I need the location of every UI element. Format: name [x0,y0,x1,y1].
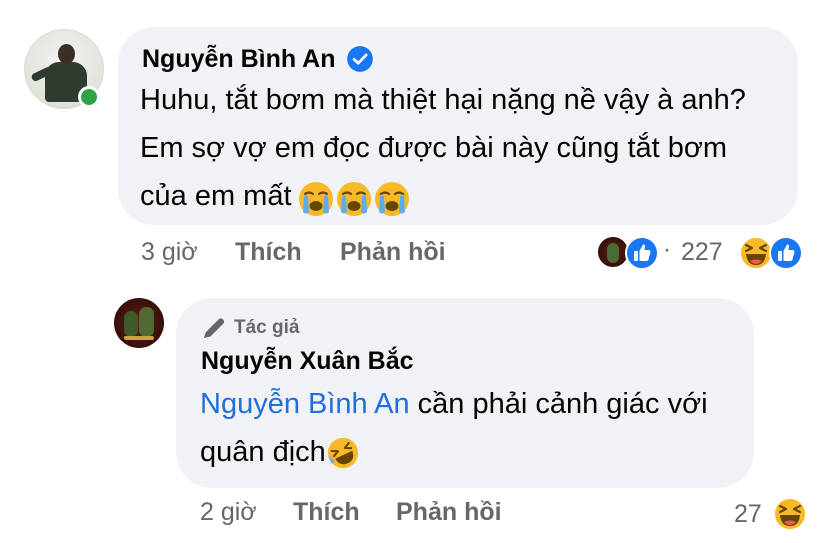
comment-text-line-3-text: của em mất [140,180,292,212]
reply-reply-button[interactable]: Phản hồi [396,498,502,527]
reply-like-button[interactable]: Thích [293,498,360,527]
loudly-crying-face-icon [336,181,371,216]
loudly-crying-face-icon [374,181,409,216]
comment-emoji-group [298,173,412,221]
reaction-separator: · [663,236,671,263]
reply-author-name[interactable]: Nguyễn Xuân Bắc [201,347,414,376]
like-reaction-icon [625,236,659,270]
reply-text: Nguyễn Bình An cần phải cảnh giác với qu… [200,380,708,476]
reply-reaction-count[interactable]: 27 [734,500,762,529]
mention-link[interactable]: Nguyễn Bình An [200,388,410,420]
reply-button[interactable]: Phản hồi [340,238,446,267]
reaction-count[interactable]: 227 [681,238,723,267]
loudly-crying-face-icon [298,181,333,216]
avatar-figure-right [139,307,154,337]
reply-text-line-2: quân địch [200,428,708,476]
comment-text-line-2: Em sợ vợ em đọc được bài này cũng tắt bơ… [140,132,728,164]
author-badge-label: Tác giả [234,317,300,338]
like-button[interactable]: Thích [235,238,302,267]
reply-text-line-1: Nguyễn Bình An cần phải cảnh giác với [200,380,708,428]
verified-badge-icon [347,46,373,72]
reply-reactions[interactable]: 27 [730,495,810,533]
reply-text-line-1-rest: cần phải cảnh giác với [409,388,708,420]
comment-author-name[interactable]: Nguyễn Bình An [142,45,336,74]
pen-icon [204,318,225,338]
reply-text-line-2-text: quân địch [200,436,326,468]
comment-text-line-1: Huhu, tắt bơm mà thiệt hại nặng nề vậy à… [140,84,746,116]
avatar-caption-strip [124,336,154,340]
reply-author-avatar[interactable] [114,298,164,348]
comment-reactions[interactable]: · 227 [596,234,806,272]
avatar-figure-left [124,311,138,337]
avatar-figure-head [58,44,75,64]
haha-reaction-icon [773,497,807,531]
comment-timestamp[interactable]: 3 giờ [141,238,198,267]
comment-text: Huhu, tắt bơm mà thiệt hại nặng nề vậy à… [140,76,746,220]
like-reaction-icon [769,236,803,270]
reactor-avatar-figure [607,243,619,263]
comment-text-line-3: của em mất [140,172,746,220]
online-status-dot [78,86,100,108]
reply-timestamp[interactable]: 2 giờ [200,498,257,527]
rolling-on-floor-laughing-icon [327,438,358,469]
